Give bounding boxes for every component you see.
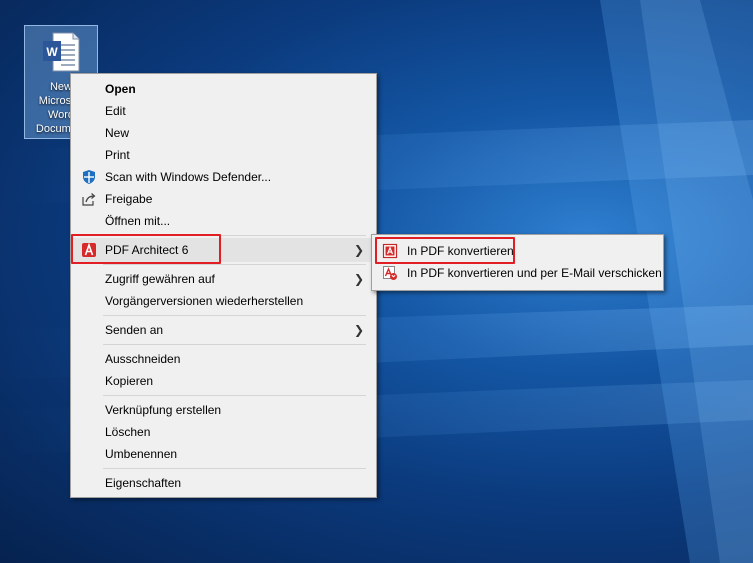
menu-item-freigabe[interactable]: Freigabe	[73, 188, 374, 210]
menu-item-label: Vorgängerversionen wiederherstellen	[105, 294, 304, 308]
submenu-arrow-icon: ❯	[353, 323, 364, 337]
windows-defender-icon	[83, 170, 95, 184]
submenu-item-label: In PDF konvertieren und per E-Mail versc…	[407, 266, 662, 280]
menu-item-loeschen[interactable]: Löschen	[73, 421, 374, 443]
menu-separator	[103, 468, 366, 469]
menu-item-print[interactable]: Print	[73, 144, 374, 166]
submenu-arrow-icon: ❯	[353, 272, 364, 286]
menu-item-open[interactable]: Open	[73, 78, 374, 100]
context-menu: Open Edit New Print Scan with Windows De…	[70, 73, 377, 498]
menu-item-label: Print	[105, 148, 130, 162]
menu-item-umbenennen[interactable]: Umbenennen	[73, 443, 374, 465]
menu-item-vorgaengerversionen[interactable]: Vorgängerversionen wiederherstellen	[73, 290, 374, 312]
menu-item-label: New	[105, 126, 130, 140]
menu-separator	[103, 315, 366, 316]
menu-item-label: Senden an	[105, 323, 164, 337]
menu-item-verknuepfung-erstellen[interactable]: Verknüpfung erstellen	[73, 399, 374, 421]
desktop-background: W New Microsoft Word Document Open Edit …	[0, 0, 753, 563]
submenu-item-in-pdf-konvertieren-email[interactable]: In PDF konvertieren und per E-Mail versc…	[374, 262, 662, 284]
menu-item-label: Verknüpfung erstellen	[105, 403, 222, 417]
menu-item-label: Scan with Windows Defender...	[105, 170, 272, 184]
menu-item-label: Löschen	[105, 425, 151, 439]
menu-item-new[interactable]: New	[73, 122, 374, 144]
menu-item-label: Freigabe	[105, 192, 153, 206]
pdf-email-icon	[383, 266, 397, 280]
menu-item-zugriff-gewaehren[interactable]: Zugriff gewähren auf ❯	[73, 268, 374, 290]
menu-separator	[103, 395, 366, 396]
menu-item-label: Umbenennen	[105, 447, 178, 461]
menu-separator	[103, 264, 366, 265]
highlight-box-in-pdf-konvertieren	[375, 237, 515, 264]
menu-item-label: Zugriff gewähren auf	[105, 272, 215, 286]
word-document-icon: W	[43, 32, 80, 72]
menu-item-label: Ausschneiden	[105, 352, 181, 366]
menu-item-eigenschaften[interactable]: Eigenschaften	[73, 472, 374, 494]
menu-item-scan-defender[interactable]: Scan with Windows Defender...	[73, 166, 374, 188]
menu-item-ausschneiden[interactable]: Ausschneiden	[73, 348, 374, 370]
menu-item-senden-an[interactable]: Senden an ❯	[73, 319, 374, 341]
highlight-box-pdf-architect	[71, 234, 221, 264]
menu-item-label: Eigenschaften	[105, 476, 182, 490]
menu-item-label: Edit	[105, 104, 126, 118]
menu-item-oeffnen-mit[interactable]: Öffnen mit...	[73, 210, 374, 232]
share-icon	[82, 193, 96, 206]
svg-text:W: W	[46, 45, 58, 59]
submenu-arrow-icon: ❯	[353, 243, 364, 257]
menu-item-kopieren[interactable]: Kopieren	[73, 370, 374, 392]
menu-item-label: Öffnen mit...	[105, 214, 171, 228]
menu-item-edit[interactable]: Edit	[73, 100, 374, 122]
menu-separator	[103, 344, 366, 345]
menu-item-label: Open	[105, 82, 136, 96]
menu-item-label: Kopieren	[105, 374, 154, 388]
